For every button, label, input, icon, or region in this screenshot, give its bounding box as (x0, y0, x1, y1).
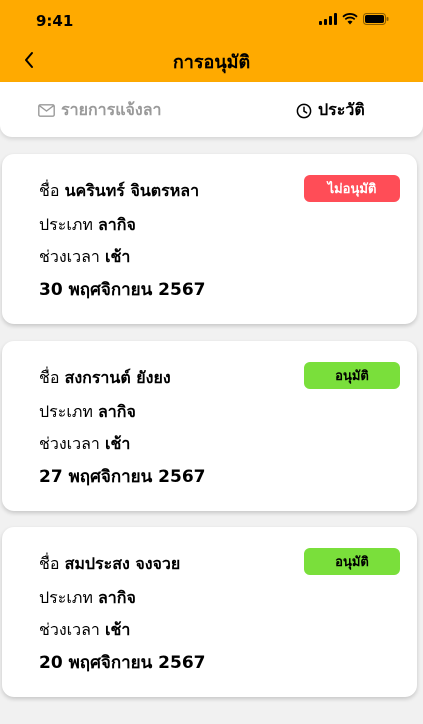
tab-leave-list[interactable]: รายการแจ้งลา (38, 98, 162, 123)
period-label: ช่วงเวลา (39, 247, 105, 266)
signal-icon (319, 13, 337, 25)
battery-icon (363, 13, 389, 25)
leave-date: 27 พฤศจิกายน 2567 (39, 467, 206, 487)
leave-period: เช้า (104, 247, 131, 266)
requester-name-row: ชื่อ สงกรานต์ ยังยง (39, 366, 171, 391)
leave-type-row: ประเภท ลากิจ (39, 586, 136, 611)
leave-date: 30 พฤศจิกายน 2567 (39, 280, 206, 300)
tab-bar: รายการแจ้งลา ประวัติ (0, 82, 423, 137)
leave-date: 20 พฤศจิกายน 2567 (39, 653, 206, 673)
status-badge: อนุมัติ (304, 548, 400, 575)
status-bar: 9:41 (0, 0, 423, 42)
name-label: ชื่อ (39, 368, 65, 387)
mail-icon (38, 104, 55, 117)
app-header: 9:41 การอนุมัติ (0, 0, 423, 82)
status-badge: อนุมัติ (304, 362, 400, 389)
name-label: ชื่อ (39, 181, 65, 200)
clock-icon (296, 103, 312, 118)
page-title: การอนุมัติ (172, 52, 251, 73)
period-label: ช่วงเวลา (39, 620, 105, 639)
type-label: ประเภท (39, 588, 98, 607)
requester-name-row: ชื่อ นครินทร์ จินตรหลา (39, 179, 199, 204)
wifi-icon (342, 13, 358, 25)
leave-period-row: ช่วงเวลา เช้า (39, 245, 130, 270)
status-icons (319, 13, 389, 25)
leave-type: ลากิจ (98, 588, 136, 607)
tab-history-label: ประวัติ (318, 100, 365, 119)
requester-name: นครินทร์ จินตรหลา (64, 181, 200, 200)
leave-period-row: ช่วงเวลา เช้า (39, 618, 130, 643)
tab-leave-list-label: รายการแจ้งลา (61, 100, 162, 119)
request-card[interactable]: ชื่อ นครินทร์ จินตรหลา ประเภท ลากิจ ช่วง… (2, 154, 417, 324)
leave-period-row: ช่วงเวลา เช้า (39, 432, 130, 457)
leave-type-row: ประเภท ลากิจ (39, 400, 136, 425)
leave-type: ลากิจ (98, 215, 136, 234)
nav-bar: การอนุมัติ (0, 42, 423, 80)
status-time: 9:41 (36, 12, 74, 30)
request-card[interactable]: ชื่อ สมประสง จงจวย ประเภท ลากิจ ช่วงเวลา… (2, 527, 417, 697)
type-label: ประเภท (39, 402, 98, 421)
period-label: ช่วงเวลา (39, 434, 105, 453)
type-label: ประเภท (39, 215, 98, 234)
tab-history[interactable]: ประวัติ (296, 98, 365, 123)
requester-name: สงกรานต์ ยังยง (64, 368, 171, 387)
leave-period: เช้า (104, 434, 131, 453)
leave-period: เช้า (104, 620, 131, 639)
leave-type-row: ประเภท ลากิจ (39, 213, 136, 238)
requester-name-row: ชื่อ สมประสง จงจวย (39, 552, 180, 577)
request-card[interactable]: ชื่อ สงกรานต์ ยังยง ประเภท ลากิจ ช่วงเวล… (2, 341, 417, 511)
status-badge: ไม่อนุมัติ (304, 175, 400, 202)
leave-type: ลากิจ (98, 402, 136, 421)
name-label: ชื่อ (39, 554, 65, 573)
requester-name: สมประสง จงจวย (64, 554, 181, 573)
